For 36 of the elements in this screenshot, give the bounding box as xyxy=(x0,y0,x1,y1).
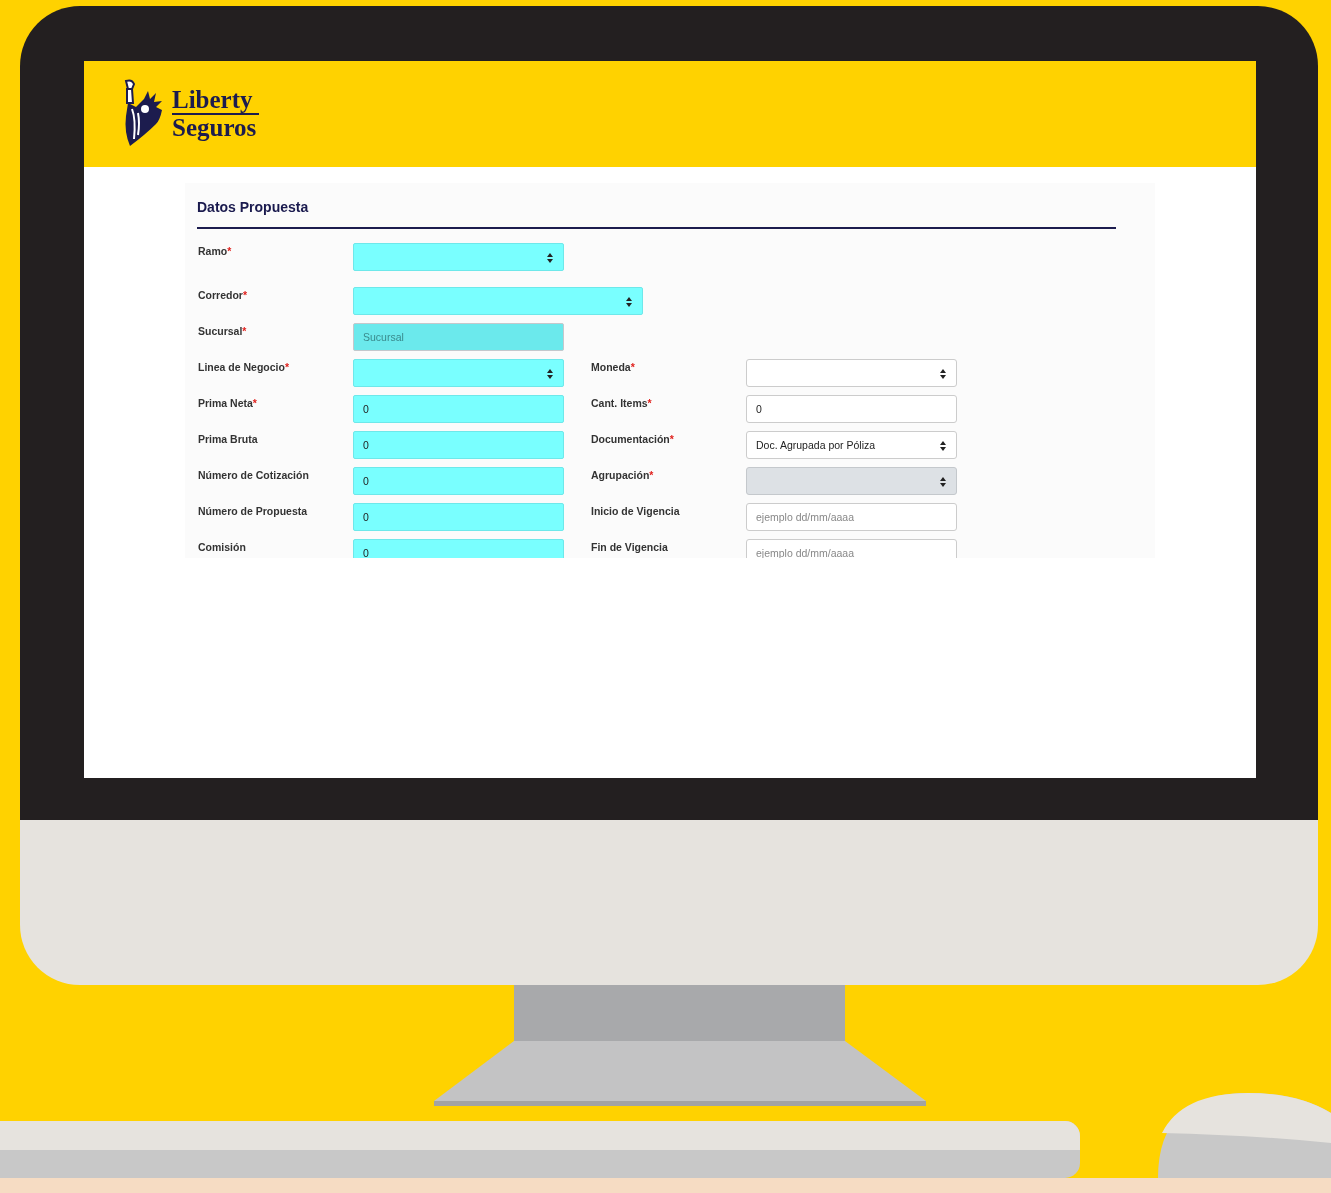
field-label: Prima Neta* xyxy=(197,396,258,411)
input-field[interactable]: 0 xyxy=(353,431,564,459)
input-field[interactable]: ejemplo dd/mm/aaaa xyxy=(746,503,957,531)
sort-caret-icon xyxy=(940,369,946,379)
select-field[interactable] xyxy=(746,359,957,387)
sort-caret-icon xyxy=(940,477,946,487)
field-label: Cant. Items* xyxy=(590,396,653,411)
field-label: Fin de Vigencia xyxy=(590,540,669,555)
input-field[interactable]: 0 xyxy=(353,467,564,495)
field-label: Ramo* xyxy=(197,244,233,259)
section-title: Datos Propuesta xyxy=(197,199,310,215)
field-label: Corredor* xyxy=(197,288,249,303)
sort-caret-icon xyxy=(547,253,553,263)
logo-text: Seguros xyxy=(172,115,258,141)
sort-caret-icon xyxy=(547,369,553,379)
field-label: Agrupación* xyxy=(590,468,655,483)
field-label: Comisión xyxy=(197,540,247,555)
logo-text: Liberty xyxy=(172,87,259,115)
field-label: Linea de Negocio* xyxy=(197,360,291,375)
input-field[interactable]: 0 xyxy=(353,395,564,423)
field-label: Documentación* xyxy=(590,432,675,447)
input-field[interactable]: 0 xyxy=(746,395,957,423)
field-label: Número de Cotización xyxy=(197,468,310,483)
field-label: Número de Propuesta xyxy=(197,504,309,519)
select-field[interactable] xyxy=(353,287,643,315)
sort-caret-icon xyxy=(940,441,946,451)
sort-caret-icon xyxy=(626,297,632,307)
field-label: Moneda* xyxy=(590,360,636,375)
input-field[interactable]: 0 xyxy=(353,539,564,558)
select-field[interactable] xyxy=(353,359,564,387)
input-field[interactable]: 0 xyxy=(353,503,564,531)
field-label: Sucursal* xyxy=(197,324,248,339)
field-label: Prima Bruta xyxy=(197,432,259,447)
select-field[interactable]: Doc. Agrupada por Póliza xyxy=(746,431,957,459)
select-field[interactable] xyxy=(353,243,564,271)
field-label: Inicio de Vigencia xyxy=(590,504,681,519)
